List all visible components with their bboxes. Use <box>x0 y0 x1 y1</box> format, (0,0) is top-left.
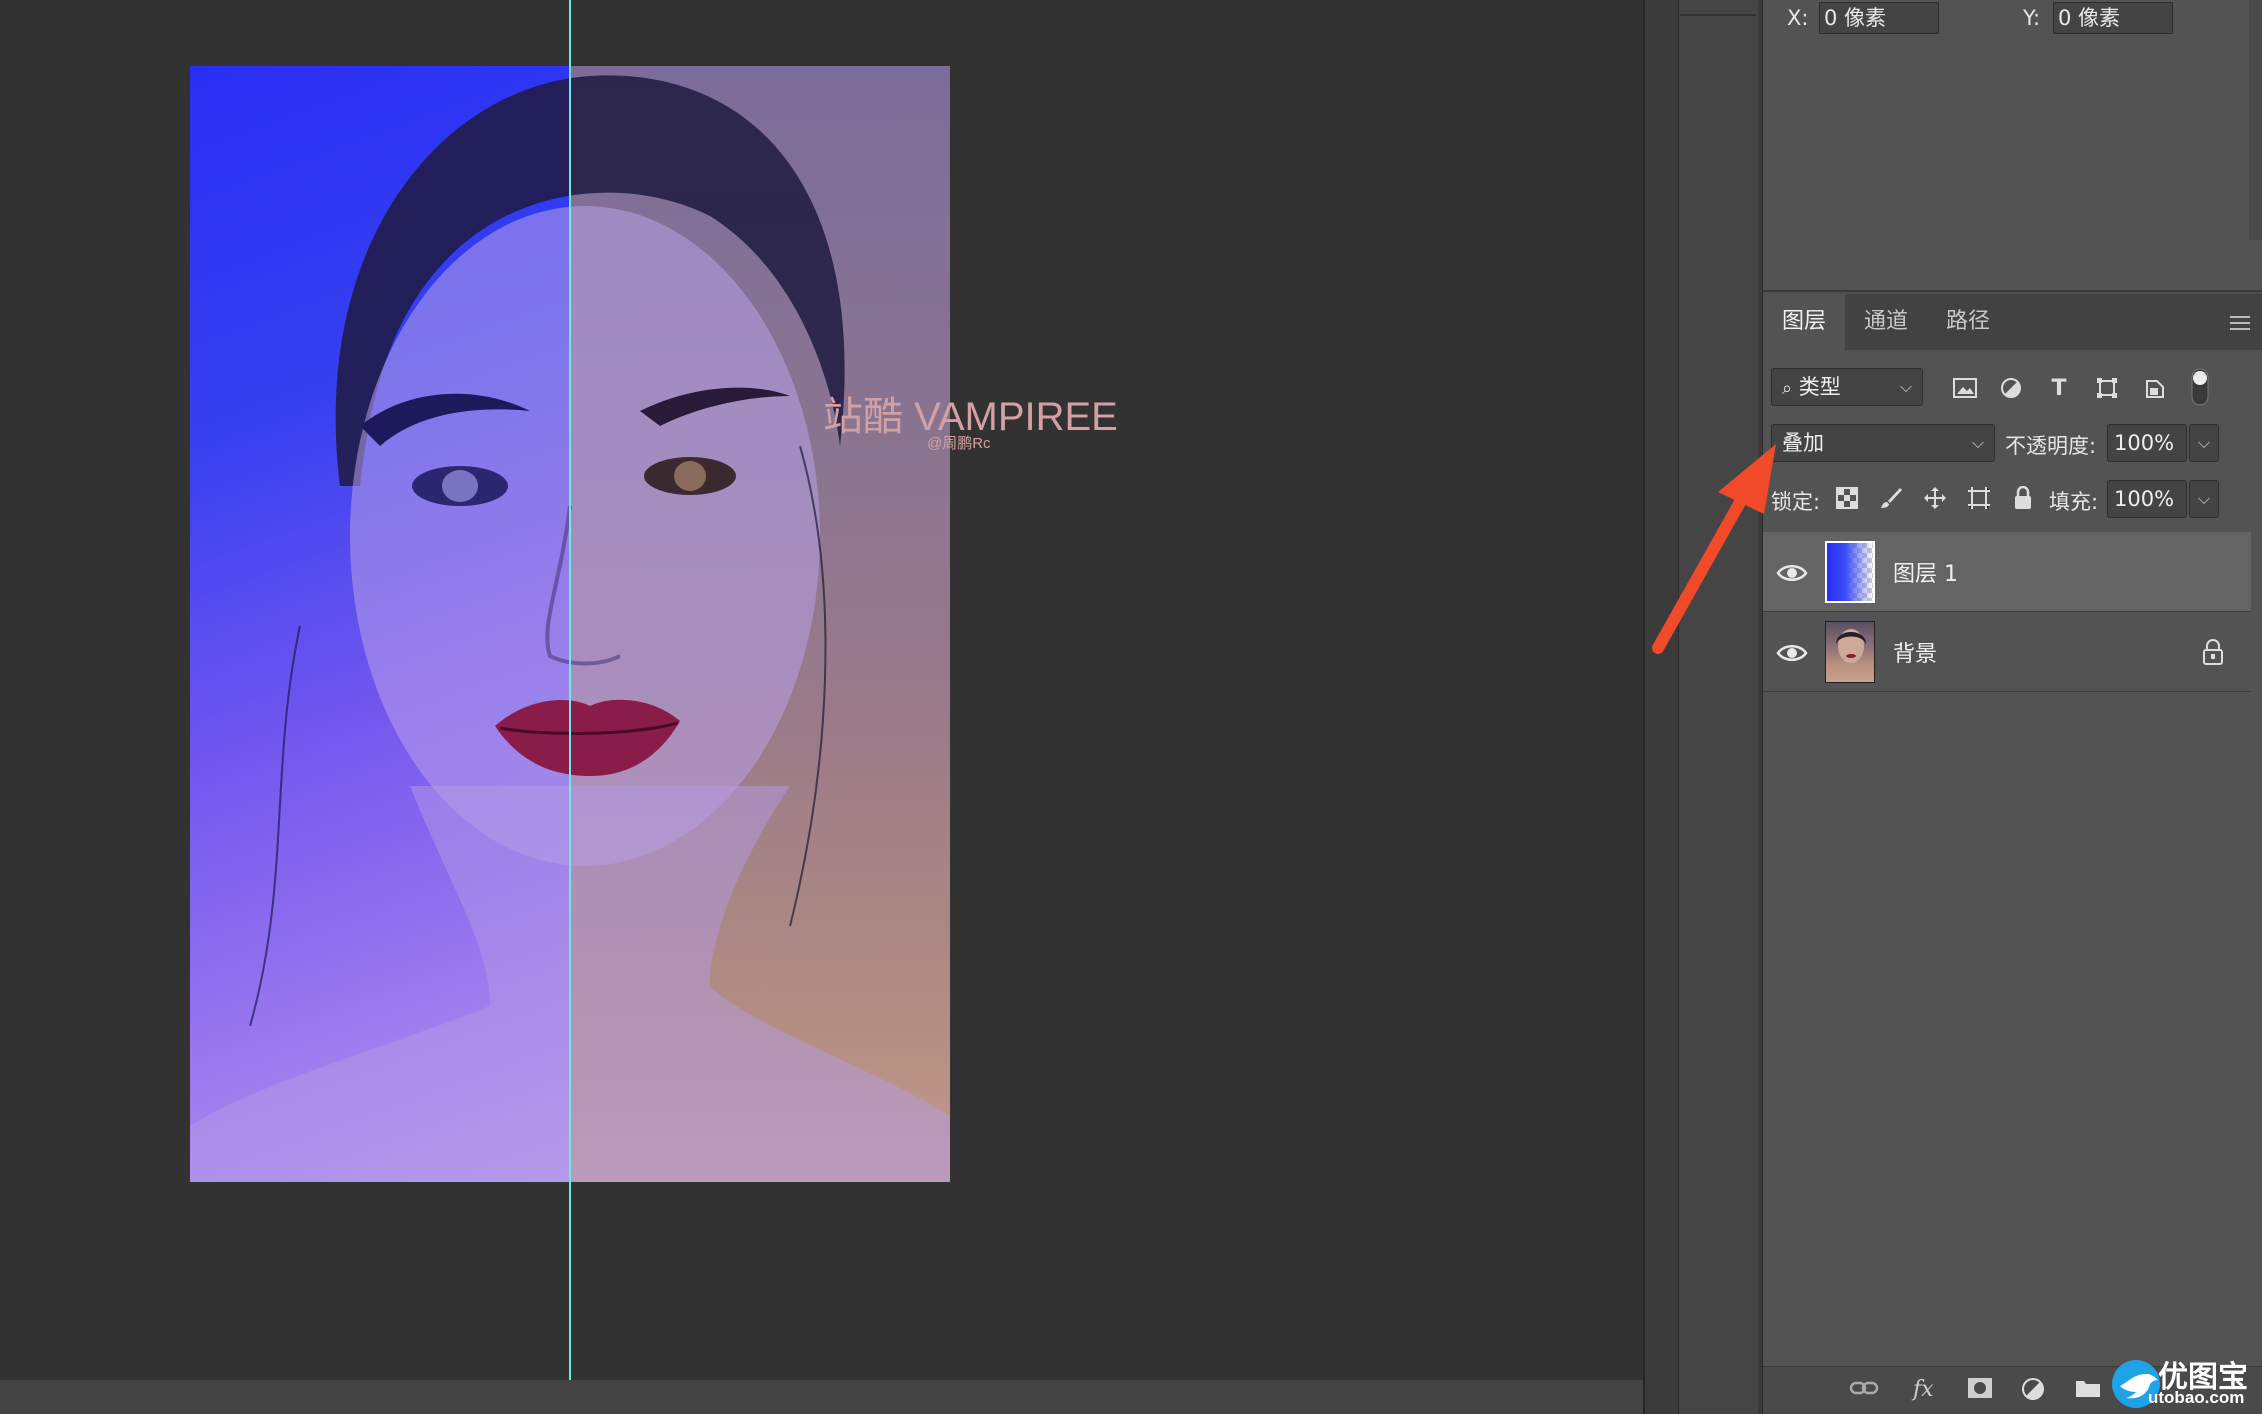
layer-name[interactable]: 图层 1 <box>1893 556 1958 588</box>
layer-row-layer1[interactable]: 图层 1 <box>1763 532 2251 612</box>
properties-scrollbar[interactable] <box>2249 0 2262 240</box>
folder-icon[interactable] <box>2075 1377 2101 1405</box>
adjustment-icon[interactable] <box>2021 1377 2045 1407</box>
layers-panel: ⌕ 类型 ⌵ T 叠加 ⌵ 不透明度: 100% ⌵ 锁定: 填充: 100% … <box>1763 350 2262 1366</box>
opacity-label: 不透明度: <box>2005 434 2097 458</box>
layer-name[interactable]: 背景 <box>1893 636 1937 668</box>
y-position-field[interactable]: 0 像素 <box>2053 2 2173 34</box>
opacity-dropdown-icon[interactable]: ⌵ <box>2189 424 2219 462</box>
panel-dock-strip <box>1643 0 1678 1414</box>
annotation-arrow <box>1652 444 1776 654</box>
lock-position-icon[interactable] <box>1921 484 1949 512</box>
lock-image-pixels-icon[interactable] <box>1877 484 1905 512</box>
panel-menu-icon[interactable] <box>2230 316 2250 330</box>
layer-row-background[interactable]: 背景 <box>1763 612 2251 692</box>
x-label: X: <box>1787 6 1809 30</box>
layers-panel-tabs: 图层 通道 路径 <box>1763 294 2262 350</box>
opacity-field[interactable]: 100% <box>2107 424 2187 462</box>
lock-transparent-pixels-icon[interactable] <box>1833 484 1861 512</box>
layer-thumbnail-gradient <box>1825 541 1875 603</box>
y-label: Y: <box>2023 6 2041 30</box>
site-watermark: 优图宝 utobao.com <box>2108 1352 2262 1414</box>
watermark-url: utobao.com <box>2148 1388 2245 1407</box>
vertical-guide-line[interactable] <box>569 0 571 1380</box>
fill-field[interactable]: 100% <box>2107 480 2187 518</box>
photoshop-window: 站酷 VAMPIREE @周鹏Rc X: 0 像素 Y: 0 像素 图层 通道 … <box>0 0 2262 1414</box>
filter-toggle-icon[interactable] <box>2191 368 2209 406</box>
credit-text: @周鹏Rc <box>927 435 991 452</box>
tab-layers[interactable]: 图层 <box>1763 294 1845 350</box>
link-icon[interactable] <box>1849 1377 1879 1405</box>
fx-icon[interactable]: fx <box>1913 1377 1934 1402</box>
layer-filter-select[interactable]: ⌕ 类型 ⌵ <box>1771 368 1923 406</box>
fill-label: 填充: <box>2049 490 2099 514</box>
properties-panel: X: 0 像素 Y: 0 像素 <box>1763 0 2262 292</box>
tab-channels[interactable]: 通道 <box>1845 294 1927 350</box>
image-filter-icon[interactable] <box>1951 374 1979 402</box>
chevron-down-icon: ⌵ <box>1971 433 1984 452</box>
horizontal-scrollbar[interactable] <box>0 1380 1643 1414</box>
tab-paths[interactable]: 路径 <box>1927 294 2009 350</box>
dock-header <box>1680 0 1756 16</box>
smart-object-filter-icon[interactable] <box>2141 374 2169 402</box>
x-position-field[interactable]: 0 像素 <box>1819 2 1939 34</box>
adjustment-filter-icon[interactable] <box>1997 374 2025 402</box>
layer-thumbnail-photo <box>1825 621 1875 683</box>
fill-dropdown-icon[interactable]: ⌵ <box>2189 480 2219 518</box>
search-icon: ⌕ <box>1782 378 1793 399</box>
chevron-down-icon: ⌵ <box>1899 377 1912 396</box>
lock-artboard-icon[interactable] <box>1965 484 1993 512</box>
right-panels: X: 0 像素 Y: 0 像素 图层 通道 路径 ⌕ 类型 ⌵ T 叠加 ⌵ 不… <box>1762 0 2262 1414</box>
lock-icon <box>2203 639 2223 665</box>
lock-all-icon[interactable] <box>2009 484 2037 512</box>
mask-icon[interactable] <box>1967 1377 1993 1405</box>
filter-kind-label: 类型 <box>1798 375 1841 399</box>
document-canvas[interactable]: 站酷 VAMPIREE @周鹏Rc <box>0 0 1643 1380</box>
type-filter-icon[interactable]: T <box>2045 374 2073 402</box>
blend-mode-select[interactable]: 叠加 ⌵ <box>1771 424 1995 462</box>
collapsed-panel-dock <box>1678 0 1758 1414</box>
shape-filter-icon[interactable] <box>2093 374 2121 402</box>
